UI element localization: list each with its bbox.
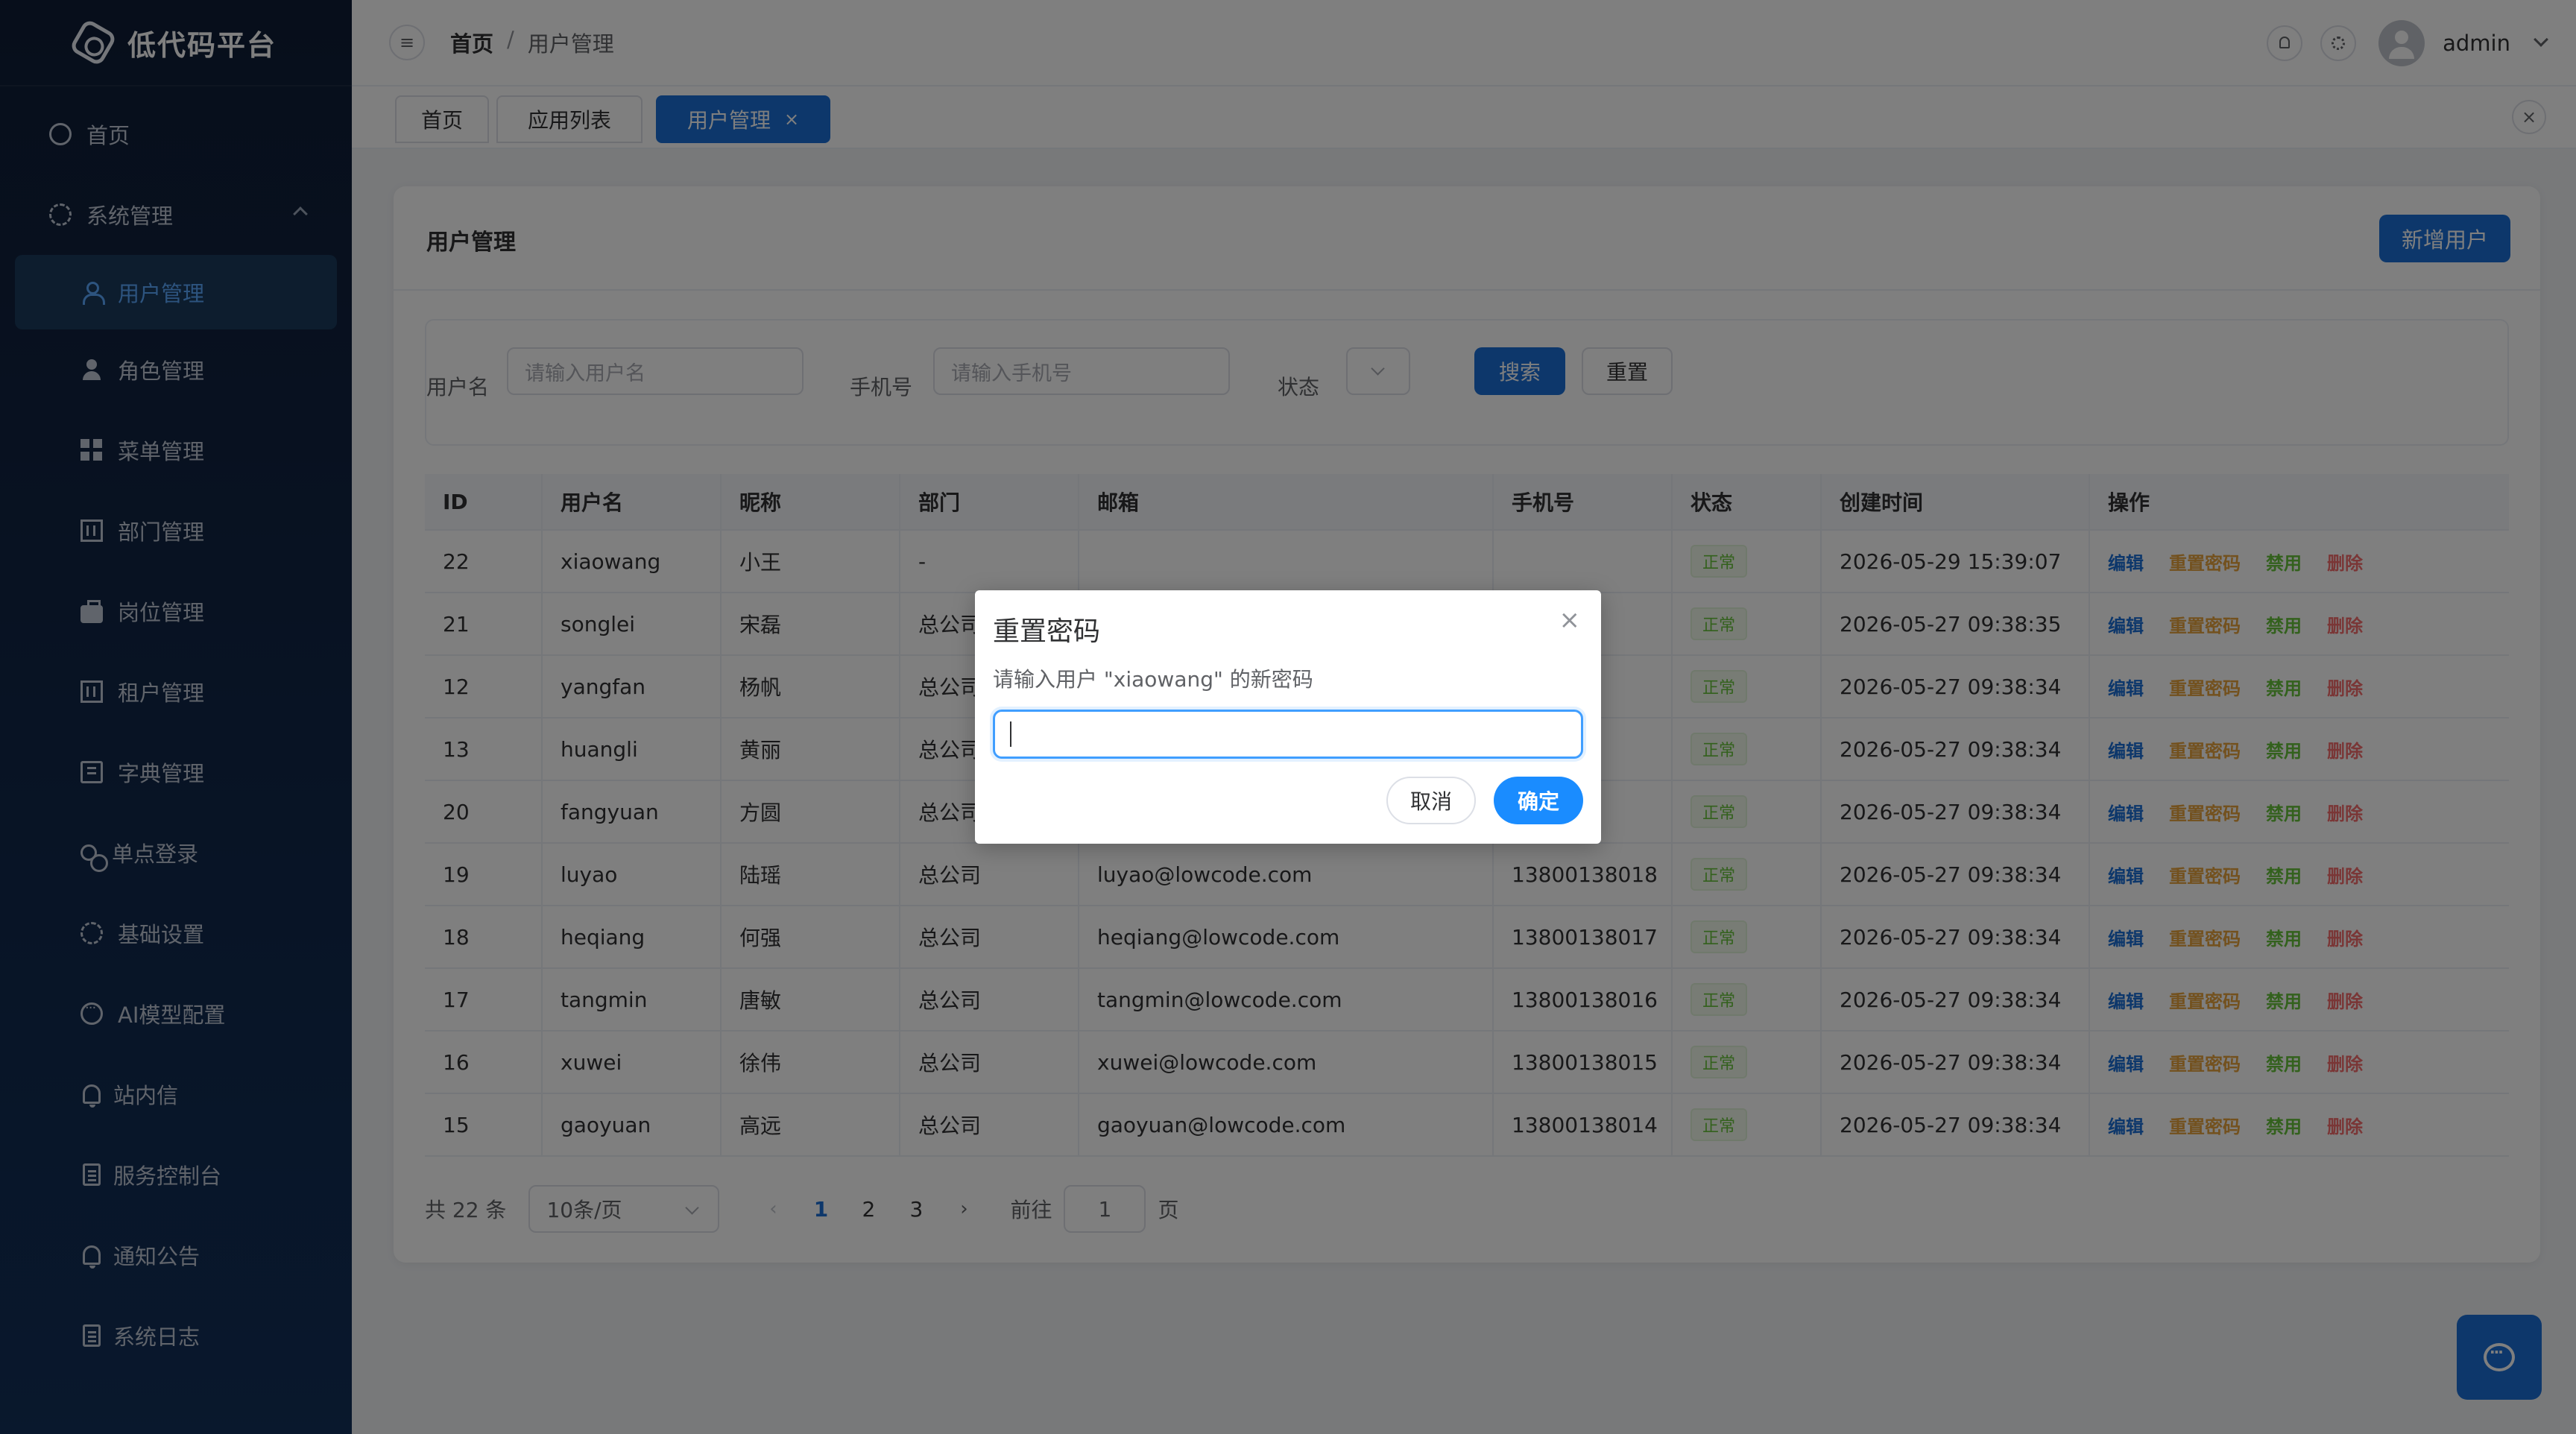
confirm-button[interactable]: 确定 bbox=[1494, 777, 1583, 824]
new-password-input[interactable] bbox=[993, 710, 1583, 759]
cancel-button[interactable]: 取消 bbox=[1386, 777, 1476, 824]
close-icon[interactable]: × bbox=[1559, 605, 1581, 635]
text-caret bbox=[1010, 721, 1011, 747]
reset-password-dialog: 重置密码 × 请输入用户 "xiaowang" 的新密码 取消 确定 bbox=[975, 590, 1601, 844]
dialog-message: 请输入用户 "xiaowang" 的新密码 bbox=[993, 667, 1313, 692]
dialog-title: 重置密码 bbox=[993, 616, 1101, 647]
